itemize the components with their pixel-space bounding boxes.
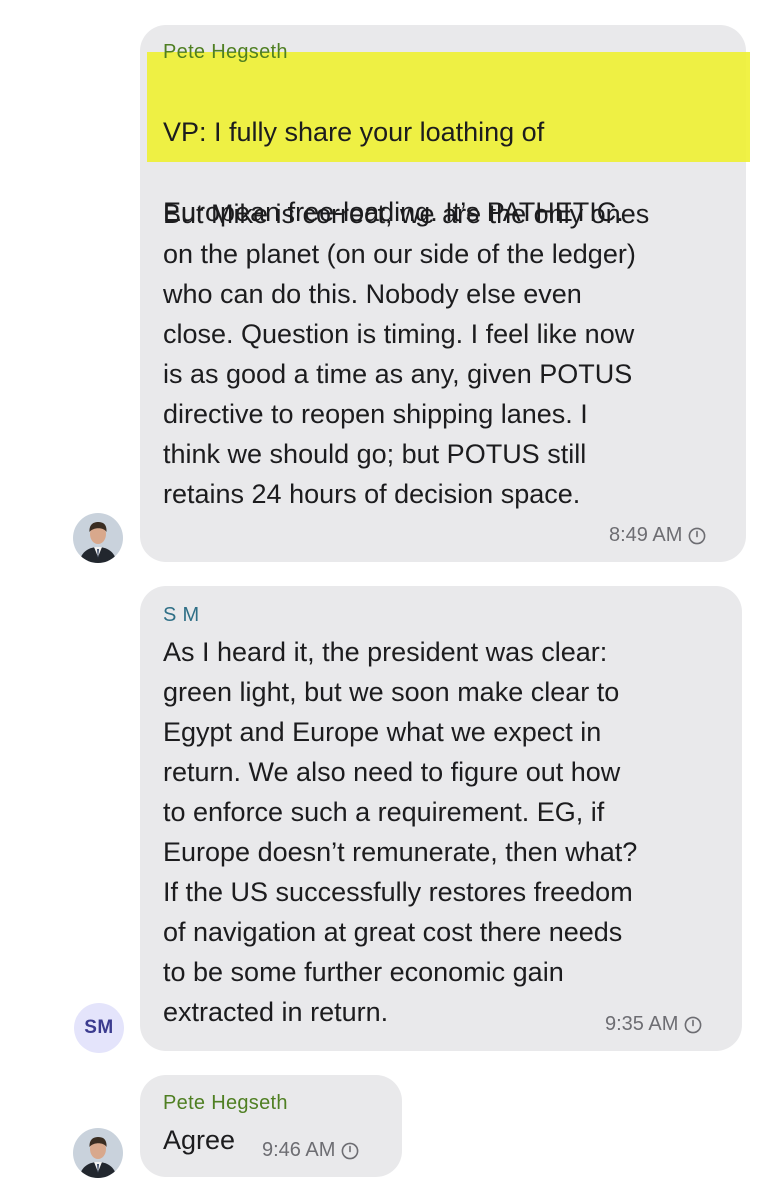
message-text: Agree [163, 1125, 236, 1155]
sender-name: S M [163, 604, 200, 626]
sender-name: Pete Hegseth [163, 1092, 288, 1114]
person-avatar-icon [73, 1128, 123, 1178]
message-timestamp: 9:46 AM [262, 1139, 359, 1162]
clock-icon [684, 1016, 702, 1033]
highlighted-line: VP: I fully share your loathing of [163, 117, 545, 147]
avatar[interactable] [73, 513, 123, 563]
avatar[interactable]: SM [74, 1003, 124, 1053]
timestamp-text: 9:35 AM [605, 1013, 679, 1035]
message-text: As I heard it, the president was clear: … [163, 637, 638, 1027]
clock-icon [688, 527, 706, 544]
message-timestamp: 8:49 AM [609, 524, 706, 547]
highlighted-line: European free-loading. It’s PATHETIC. [163, 197, 624, 227]
highlighted-message-text: VP: I fully share your loathing of Europ… [163, 72, 624, 272]
person-avatar-icon [73, 513, 123, 563]
avatar[interactable] [73, 1128, 123, 1178]
avatar-initials: SM [84, 1017, 114, 1038]
clock-icon [341, 1142, 359, 1159]
message-timestamp: 9:35 AM [605, 1013, 702, 1036]
timestamp-text: 8:49 AM [609, 524, 683, 546]
sender-name: Pete Hegseth [163, 41, 288, 63]
timestamp-text: 9:46 AM [262, 1139, 336, 1161]
